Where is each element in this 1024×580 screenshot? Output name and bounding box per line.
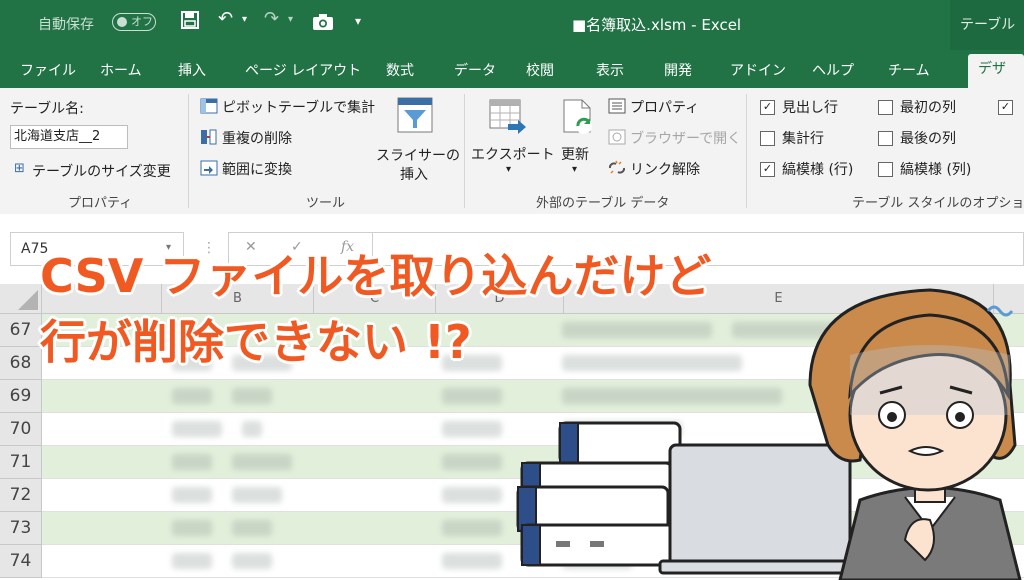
autosave-toggle[interactable]: オフ (112, 13, 156, 31)
tab-data[interactable]: データ (454, 60, 496, 80)
tab-review[interactable]: 校閲 (526, 60, 554, 80)
unlink-icon (608, 160, 626, 180)
worried-woman-illustration (516, 288, 1022, 580)
last-column-checkbox[interactable] (878, 131, 893, 146)
slicer-icon (396, 96, 434, 138)
row-header[interactable]: 74 (0, 545, 42, 578)
row-header[interactable]: 68 (0, 347, 42, 380)
first-column-label: 最初の列 (900, 100, 956, 116)
select-all-corner[interactable] (0, 284, 42, 314)
tab-insert[interactable]: 挿入 (178, 60, 206, 80)
undo-icon[interactable]: ↶ (218, 8, 233, 29)
group-divider (746, 94, 747, 208)
tab-team[interactable]: チーム (888, 60, 930, 80)
refresh-icon (560, 98, 596, 140)
total-row-checkbox[interactable] (760, 131, 775, 146)
convert-to-range-icon (200, 160, 218, 180)
ribbon-tabs: ファイル ホーム 挿入 ページ レイアウト 数式 データ 校閲 表示 開発 アド… (0, 50, 1024, 107)
row-header[interactable]: 69 (0, 380, 42, 413)
table-name-label: テーブル名: (10, 101, 84, 117)
resize-table-icon[interactable]: ⊞ (14, 161, 25, 176)
tab-addins[interactable]: アドイン (730, 60, 786, 80)
header-row-label: 見出し行 (782, 100, 838, 116)
window-title: ■名簿取込.xlsm - Excel (572, 16, 742, 34)
ribbon: テーブル名: 北海道支店__2 ⊞ テーブルのサイズ変更 プロパティ ピボットテ… (0, 88, 1024, 215)
remove-duplicates-icon (200, 129, 218, 149)
contextual-tab-table-tools: テーブル ツ (950, 0, 1024, 83)
export-icon (488, 98, 528, 140)
refresh-dropdown-icon[interactable]: ▾ (572, 164, 577, 175)
group-label-properties: プロパティ (68, 196, 133, 211)
banded-rows-label: 縞模様 (行) (782, 162, 854, 178)
camera-icon[interactable] (312, 13, 334, 36)
export-dropdown-icon[interactable]: ▾ (506, 164, 511, 175)
insert-slicer-button-line2[interactable]: 挿入 (400, 164, 428, 184)
redo-dropdown-icon[interactable]: ▾ (288, 14, 293, 25)
row-header[interactable]: 72 (0, 479, 42, 512)
row-header[interactable]: 71 (0, 446, 42, 479)
remove-duplicates-button[interactable]: 重複の削除 (222, 128, 292, 148)
tab-view[interactable]: 表示 (596, 60, 624, 80)
redo-icon[interactable]: ↷ (264, 8, 279, 29)
tab-developer[interactable]: 開発 (664, 60, 692, 80)
tab-home[interactable]: ホーム (100, 60, 142, 80)
group-divider (464, 94, 465, 208)
save-icon[interactable] (180, 10, 200, 35)
properties-button[interactable]: プロパティ (630, 97, 699, 117)
pivot-table-icon (200, 98, 218, 118)
total-row-label: 集計行 (782, 131, 824, 147)
insert-slicer-button-line1[interactable]: スライサーの (376, 145, 460, 165)
unlink-button[interactable]: リンク解除 (630, 159, 700, 179)
refresh-button[interactable]: 更新 (561, 144, 589, 164)
group-label-style-options: テーブル スタイルのオプション (852, 196, 1024, 211)
banded-rows-checkbox[interactable]: ✓ (760, 162, 775, 177)
customize-qat-icon[interactable]: ▾ (355, 14, 361, 28)
tab-design[interactable]: デザイン (968, 54, 1024, 107)
first-column-checkbox[interactable] (878, 100, 893, 115)
row-header[interactable]: 67 (0, 314, 42, 347)
pivot-summarize-button[interactable]: ピボットテーブルで集計 (222, 97, 375, 117)
group-label-tools: ツール (306, 196, 346, 211)
resize-table-button[interactable]: テーブルのサイズ変更 (32, 161, 171, 181)
row-header[interactable]: 73 (0, 512, 42, 545)
tab-formulas[interactable]: 数式 (386, 60, 414, 80)
headline-line-2: 行が削除できない !? (40, 315, 472, 369)
banded-columns-checkbox[interactable] (878, 162, 893, 177)
banded-columns-label: 縞模様 (列) (900, 162, 972, 178)
binder-stack-icon (516, 421, 684, 567)
tab-file[interactable]: ファイル (20, 60, 76, 80)
group-label-external-data: 外部のテーブル データ (536, 196, 670, 211)
undo-dropdown-icon[interactable]: ▾ (242, 14, 247, 25)
properties-icon (608, 98, 626, 118)
convert-to-range-button[interactable]: 範囲に変換 (222, 159, 292, 179)
group-divider (188, 94, 189, 208)
open-in-browser-button[interactable]: ブラウザーで開く (630, 128, 741, 148)
title-bar: 自動保存 オフ ↶ ▾ ↷ ▾ ▾ ■名簿取込.xlsm - Excel テーブ… (0, 0, 1024, 83)
open-in-browser-icon (608, 129, 626, 149)
tab-help[interactable]: ヘルプ (812, 60, 854, 80)
tab-page-layout[interactable]: ページ レイアウト (245, 60, 361, 80)
table-name-input[interactable]: 北海道支店__2 (10, 125, 128, 149)
autosave-label: 自動保存 (38, 17, 94, 33)
last-column-label: 最後の列 (900, 131, 956, 147)
row-header[interactable]: 70 (0, 413, 42, 446)
header-row-checkbox[interactable]: ✓ (760, 100, 775, 115)
filter-button-checkbox[interactable]: ✓ (998, 100, 1013, 115)
export-button[interactable]: エクスポート (471, 144, 555, 164)
